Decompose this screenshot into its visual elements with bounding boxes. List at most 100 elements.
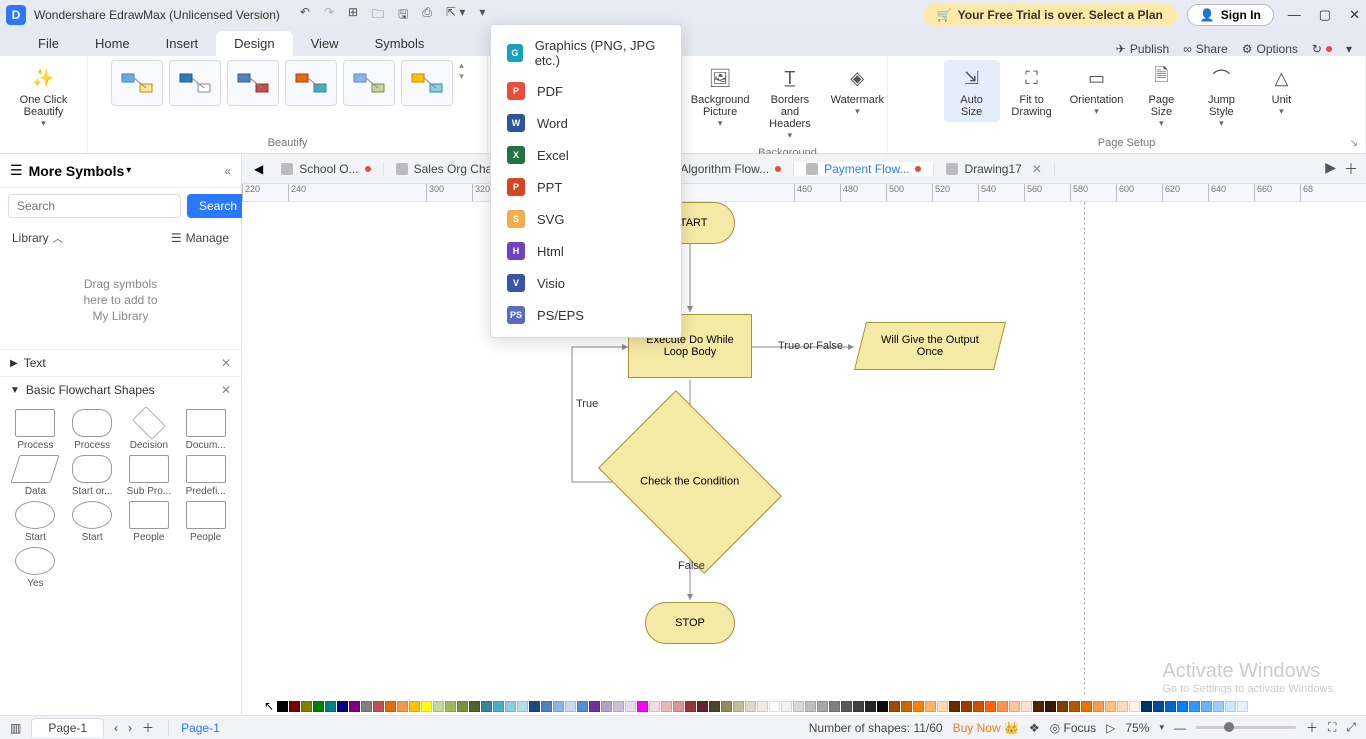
- color-swatch[interactable]: [1069, 701, 1080, 712]
- tab-symbols[interactable]: Symbols: [357, 31, 443, 56]
- color-swatch[interactable]: [1105, 701, 1116, 712]
- color-swatch[interactable]: [313, 701, 324, 712]
- export-item-html[interactable]: HHtml: [491, 235, 681, 267]
- color-swatch[interactable]: [625, 701, 636, 712]
- color-swatch[interactable]: [481, 701, 492, 712]
- theme-preset[interactable]: [285, 60, 337, 106]
- section-close-icon[interactable]: ✕: [221, 383, 231, 397]
- unit-button[interactable]: △Unit▾: [1253, 60, 1309, 121]
- shape-stencil[interactable]: People: [178, 501, 233, 543]
- print-icon[interactable]: ⎙: [422, 5, 432, 26]
- jump-style-button[interactable]: ⌒Jump Style▾: [1193, 60, 1249, 133]
- tabs-prev-icon[interactable]: ◀: [248, 162, 269, 176]
- color-swatch[interactable]: [457, 701, 468, 712]
- color-swatch[interactable]: [925, 701, 936, 712]
- buy-now-link[interactable]: Buy Now 👑: [953, 721, 1019, 735]
- page-size-button[interactable]: 🗎Page Size▾: [1133, 60, 1189, 133]
- color-swatch[interactable]: [973, 701, 984, 712]
- color-swatch[interactable]: [721, 701, 732, 712]
- color-swatch[interactable]: [493, 701, 504, 712]
- color-swatch[interactable]: [289, 701, 300, 712]
- chevron-right-icon[interactable]: ▶: [10, 358, 18, 369]
- close-icon[interactable]: ✕: [1349, 7, 1360, 23]
- color-swatch[interactable]: [1117, 701, 1128, 712]
- color-swatch[interactable]: [505, 701, 516, 712]
- notifications-icon[interactable]: ↻: [1312, 42, 1332, 56]
- color-swatch[interactable]: [301, 701, 312, 712]
- color-swatch[interactable]: [409, 701, 420, 712]
- symbols-dropdown-icon[interactable]: ▾: [126, 165, 131, 176]
- color-swatch[interactable]: [913, 701, 924, 712]
- theme-preset[interactable]: [227, 60, 279, 106]
- page-setup-launcher[interactable]: ↘: [1350, 138, 1358, 149]
- new-icon[interactable]: ⊞: [348, 5, 358, 26]
- color-swatch[interactable]: [445, 701, 456, 712]
- decision-node[interactable]: Check the Condition: [598, 390, 782, 574]
- page-tab-prev-icon[interactable]: ‹: [114, 721, 118, 735]
- color-swatch[interactable]: [1153, 701, 1164, 712]
- color-swatch[interactable]: [961, 701, 972, 712]
- color-swatch[interactable]: [469, 701, 480, 712]
- color-swatch[interactable]: [853, 701, 864, 712]
- color-swatch[interactable]: [589, 701, 600, 712]
- orientation-button[interactable]: ▭Orientation▾: [1064, 60, 1130, 121]
- page-layout-icon[interactable]: ▥: [10, 721, 21, 735]
- shape-stencil[interactable]: Process: [8, 409, 63, 451]
- color-swatch[interactable]: [325, 701, 336, 712]
- shape-stencil[interactable]: Sub Pro...: [122, 455, 177, 497]
- zoom-level[interactable]: 75%: [1125, 721, 1149, 735]
- color-swatch[interactable]: [997, 701, 1008, 712]
- publish-button[interactable]: ✈ Publish: [1116, 42, 1169, 56]
- library-dropzone[interactable]: Drag symbols here to add to My Library: [20, 259, 221, 341]
- zoom-slider[interactable]: [1196, 726, 1296, 729]
- tab-view[interactable]: View: [293, 31, 357, 56]
- output-node[interactable]: Will Give the Output Once: [854, 322, 1006, 370]
- color-swatch[interactable]: [553, 701, 564, 712]
- chevron-down-icon[interactable]: ▼: [10, 385, 20, 396]
- color-swatch[interactable]: [1225, 701, 1236, 712]
- section-basic-label[interactable]: Basic Flowchart Shapes: [26, 383, 155, 397]
- export-item-graphics[interactable]: GGraphics (PNG, JPG etc.): [491, 31, 681, 75]
- open-icon[interactable]: 🗀: [372, 5, 384, 26]
- tabs-next-icon[interactable]: ▶: [1325, 159, 1336, 179]
- color-swatch[interactable]: [277, 701, 288, 712]
- manage-button[interactable]: ☰ Manage: [171, 231, 229, 245]
- color-swatch[interactable]: [769, 701, 780, 712]
- fullscreen-icon[interactable]: ⤢: [1346, 720, 1356, 735]
- color-swatch[interactable]: [817, 701, 828, 712]
- theme-preset[interactable]: [343, 60, 395, 106]
- presentation-icon[interactable]: ▷: [1106, 721, 1115, 735]
- doc-tab[interactable]: School O...: [269, 162, 383, 176]
- color-swatch[interactable]: [673, 701, 684, 712]
- color-swatch[interactable]: [397, 701, 408, 712]
- color-swatch[interactable]: [1129, 701, 1140, 712]
- doc-tab[interactable]: Payment Flow...: [794, 162, 934, 176]
- color-swatch[interactable]: [685, 701, 696, 712]
- doc-tab[interactable]: Drawing17✕: [934, 162, 1054, 176]
- library-label[interactable]: Library: [12, 231, 49, 245]
- color-swatch[interactable]: [577, 701, 588, 712]
- focus-toggle[interactable]: ◎ Focus: [1050, 721, 1097, 735]
- redo-icon[interactable]: ↷: [324, 5, 334, 26]
- color-swatch[interactable]: [1177, 701, 1188, 712]
- symbol-search-input[interactable]: [8, 194, 181, 218]
- color-swatch[interactable]: [661, 701, 672, 712]
- color-swatch[interactable]: [745, 701, 756, 712]
- color-swatch[interactable]: [937, 701, 948, 712]
- symbol-search-button[interactable]: Search: [187, 194, 249, 218]
- theme-preset[interactable]: [111, 60, 163, 106]
- theme-preset[interactable]: [401, 60, 453, 106]
- export-item-ps/eps[interactable]: PSPS/EPS: [491, 299, 681, 331]
- color-swatch[interactable]: [385, 701, 396, 712]
- more-qat-icon[interactable]: ▾: [479, 5, 485, 26]
- export-item-visio[interactable]: VVisio: [491, 267, 681, 299]
- color-swatch[interactable]: [1189, 701, 1200, 712]
- color-swatch[interactable]: [565, 701, 576, 712]
- color-swatch[interactable]: [697, 701, 708, 712]
- one-click-beautify-button[interactable]: ✨ One Click Beautify ▾: [14, 60, 74, 133]
- canvas[interactable]: START Execute Do While Loop Body Will Gi…: [242, 202, 1366, 715]
- shape-stencil[interactable]: Start or...: [65, 455, 120, 497]
- color-swatch[interactable]: [421, 701, 432, 712]
- chevron-up-icon[interactable]: ︿: [53, 230, 63, 245]
- color-swatch[interactable]: [949, 701, 960, 712]
